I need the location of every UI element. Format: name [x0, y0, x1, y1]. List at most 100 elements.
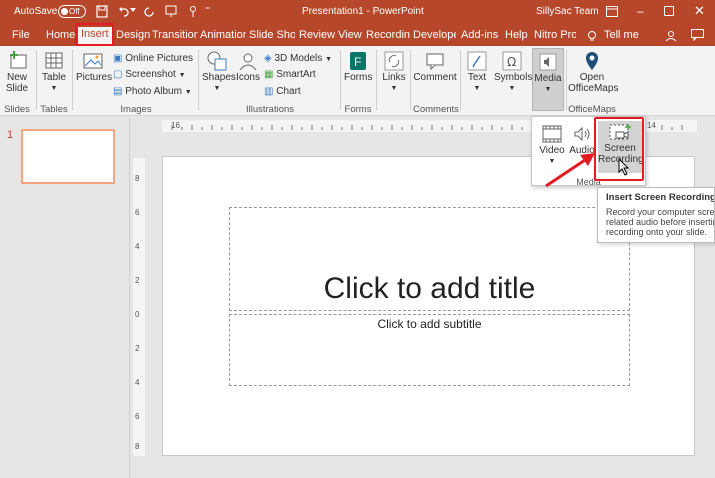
tell-me-search[interactable]: Tell me: [604, 28, 639, 46]
tab-file[interactable]: File: [12, 28, 30, 46]
speaker-icon: [539, 53, 557, 71]
table-button[interactable]: Table ▼: [40, 50, 68, 94]
audio-icon: [574, 126, 590, 142]
svg-text:F: F: [354, 55, 361, 69]
presentation-icon[interactable]: [165, 5, 177, 18]
screenshot-label: Screenshot: [125, 69, 176, 80]
slide-number: 1: [7, 129, 14, 141]
tab-animations[interactable]: Animation: [200, 28, 246, 46]
vruler-label: 8: [135, 174, 140, 183]
tab-design[interactable]: Design: [116, 28, 150, 46]
cube-icon: ◈: [264, 53, 272, 64]
chart-button[interactable]: ▥ Chart: [264, 85, 301, 99]
pictures-button[interactable]: Pictures: [76, 50, 113, 83]
3d-models-button[interactable]: ◈ 3D Models ▼: [264, 52, 332, 66]
chevron-down-icon: ▼: [544, 86, 552, 93]
slide-thumbnail[interactable]: [21, 129, 115, 184]
open-officemaps-label-2: OfficeMaps: [568, 83, 619, 94]
touch-mode-icon[interactable]: [187, 5, 199, 18]
icons-button[interactable]: Icons: [234, 50, 262, 83]
online-pictures-button[interactable]: ▣ Online Pictures: [113, 52, 193, 66]
red-arrow-icon: [545, 153, 595, 188]
share-icon[interactable]: [665, 30, 677, 42]
chevron-down-icon: ▼: [178, 72, 186, 79]
photo-album-icon: ▤: [113, 86, 123, 97]
chevron-down-icon: ▼: [325, 56, 333, 63]
subtitle-placeholder[interactable]: Click to add subtitle: [229, 314, 630, 386]
group-separator: [566, 50, 567, 110]
smartart-button[interactable]: ▦ SmartArt: [264, 68, 316, 82]
shapes-button[interactable]: Shapes ▼: [202, 50, 236, 94]
vruler-label: 8: [135, 442, 140, 451]
account-name[interactable]: SillySac Team: [536, 6, 599, 17]
title-placeholder[interactable]: Click to add title: [229, 207, 630, 311]
comments-icon[interactable]: [691, 29, 704, 41]
link-icon: [384, 51, 404, 71]
tab-nitro-pro[interactable]: Nitro Pro: [534, 28, 576, 46]
ruler-label-right: 14: [647, 121, 656, 130]
forms-label: Forms: [344, 72, 373, 83]
group-separator: [36, 50, 37, 110]
tab-home[interactable]: Home: [46, 28, 75, 46]
new-slide-icon: [10, 51, 27, 69]
redo-icon[interactable]: [143, 6, 155, 18]
autosave-toggle[interactable]: Off: [58, 5, 86, 18]
undo-dropdown-icon[interactable]: [130, 8, 136, 12]
open-officemaps-button[interactable]: Open OfficeMaps: [568, 50, 619, 94]
media-button[interactable]: Media ▼: [532, 48, 564, 111]
vruler-label: 4: [135, 378, 140, 387]
new-slide-label-2: Slide: [5, 83, 29, 94]
minimize-icon[interactable]: –: [637, 4, 644, 18]
comment-button[interactable]: Comment: [413, 50, 457, 83]
ribbon-display-icon[interactable]: [606, 6, 618, 17]
photo-album-button[interactable]: ▤ Photo Album ▼: [113, 85, 192, 99]
links-button[interactable]: Links ▼: [380, 50, 408, 94]
screenshot-button[interactable]: ▢ Screenshot ▼: [113, 68, 186, 82]
chart-icon: ▥: [264, 86, 274, 97]
tab-transitions[interactable]: Transition: [152, 28, 198, 46]
tab-add-ins[interactable]: Add-ins: [461, 28, 498, 46]
subtitle-placeholder-text: Click to add subtitle: [377, 317, 482, 331]
tooltip-line-2: related audio before insertin: [606, 217, 715, 227]
tooltip-line-1: Record your computer scree: [606, 207, 715, 217]
insert-tab-highlight: [75, 23, 114, 46]
ruler-label-left: 16: [171, 121, 180, 130]
customize-qat-icon[interactable]: ⁼: [205, 5, 210, 16]
group-tables: Tables: [40, 104, 68, 115]
chevron-down-icon: ▼: [508, 85, 516, 92]
pictures-label: Pictures: [76, 72, 113, 83]
group-separator: [460, 50, 461, 110]
symbols-button[interactable]: Ω Symbols ▼: [494, 50, 532, 94]
undo-icon[interactable]: [118, 6, 130, 17]
online-pictures-label: Online Pictures: [125, 53, 194, 64]
vruler-label: 4: [135, 242, 140, 251]
vruler-label: 0: [135, 310, 140, 319]
tab-developer[interactable]: Develope: [413, 28, 456, 46]
tab-recording[interactable]: Recording: [366, 28, 410, 46]
toggle-knob: [61, 8, 68, 15]
forms-icon: F: [350, 52, 366, 70]
group-comments: Comments: [413, 104, 459, 115]
forms-button[interactable]: F Forms: [344, 50, 372, 83]
icons-label: Icons: [236, 72, 260, 83]
chart-label: Chart: [276, 86, 301, 97]
smartart-label: SmartArt: [276, 69, 316, 80]
omega-icon: Ω: [502, 51, 522, 71]
text-label: Text: [467, 72, 487, 83]
tab-help[interactable]: Help: [505, 28, 528, 46]
tab-review[interactable]: Review: [299, 28, 335, 46]
shapes-icon: [207, 51, 227, 71]
shapes-label: Shapes: [202, 72, 236, 83]
tab-slide-show[interactable]: Slide Sho: [249, 28, 295, 46]
media-label: Media: [534, 73, 562, 84]
tab-view[interactable]: View: [338, 28, 362, 46]
close-icon[interactable]: ✕: [694, 3, 705, 19]
vertical-ruler: 8 6 4 2 0 2 4 6 8: [133, 158, 145, 456]
new-slide-button[interactable]: New Slide: [4, 50, 30, 94]
maximize-icon[interactable]: [664, 6, 674, 16]
save-icon[interactable]: [96, 5, 108, 18]
autosave-state: Off: [69, 7, 80, 16]
3d-models-label: 3D Models: [274, 53, 323, 64]
links-label: Links: [382, 72, 406, 83]
text-button[interactable]: Text ▼: [463, 50, 491, 94]
